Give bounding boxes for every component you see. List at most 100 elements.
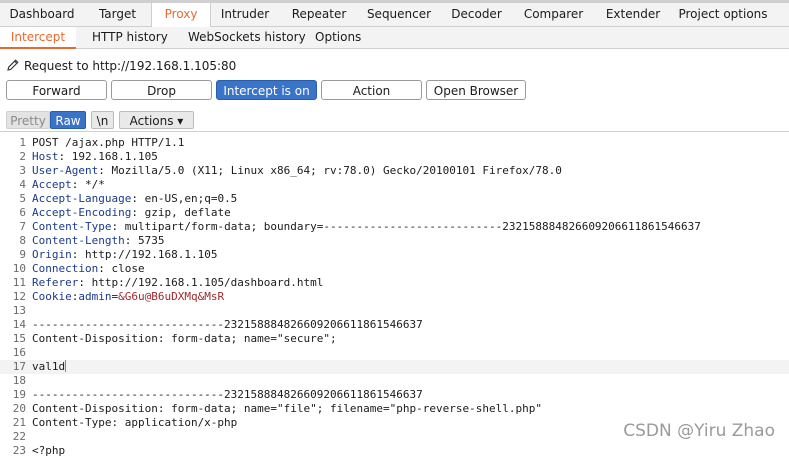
request-line: 12 Cookie:admin=&G6u@B6uDXMq&MsR (0, 290, 789, 304)
header-name: Content-Type (32, 220, 112, 233)
line-number: 13 (12, 304, 26, 317)
request-line: 3 User-Agent: Mozilla/5.0 (X11; Linux x86… (0, 164, 789, 178)
watermark: CSDN @Yiru Zhao (623, 421, 775, 441)
header-value: 192.168.1.105 (71, 150, 158, 163)
header-value: Mozilla/5.0 (X11; Linux x86_64; rv:78.0)… (111, 164, 562, 177)
line-number: 3 (19, 164, 26, 177)
header-name: User-Agent (32, 164, 99, 177)
text-caret (65, 360, 67, 372)
show-newlines-button[interactable]: \n (91, 111, 114, 129)
line-number: 22 (12, 430, 26, 443)
line-number: 16 (12, 346, 26, 359)
request-line: 11 Referer: http://192.168.1.105/dashboar… (0, 276, 789, 290)
header-name: Host (32, 150, 59, 163)
body-line: val1d (32, 360, 66, 373)
line-number: 21 (12, 416, 26, 429)
line-number: 20 (12, 402, 26, 415)
line-number: 8 (19, 234, 26, 247)
pencil-icon[interactable] (6, 58, 20, 72)
request-line: 23 <?php (0, 444, 789, 458)
line-number: 7 (19, 220, 26, 233)
header-name: Referer (32, 276, 79, 289)
tab-options[interactable]: Options (315, 27, 361, 48)
request-line: 10 Connection: close (0, 262, 789, 276)
raw-view-button[interactable]: Raw (50, 111, 86, 129)
tab-decoder[interactable]: Decoder (440, 3, 513, 26)
header-value: http://192.168.1.105 (85, 248, 218, 261)
header-name: Connection (32, 262, 99, 275)
request-line: 5 Accept-Language: en-US,en;q=0.5 (0, 192, 789, 206)
pretty-view-button[interactable]: Pretty (6, 111, 50, 129)
tab-sequencer[interactable]: Sequencer (358, 3, 440, 26)
tab-http-history[interactable]: HTTP history (92, 27, 168, 48)
tab-project-options[interactable]: Project options (672, 3, 774, 26)
raw-request-editor[interactable]: 1 POST /ajax.php HTTP/1.1 2 Host: 192.168.… (0, 135, 789, 457)
action-button[interactable]: Action (321, 80, 422, 100)
tab-dashboard[interactable]: Dashboard (0, 3, 84, 26)
line-number: 15 (12, 332, 26, 345)
request-line: 13 (0, 304, 789, 318)
line-number: 12 (12, 290, 26, 303)
body-line: <?php (32, 444, 66, 457)
header-value: multipart/form-data; boundary=----------… (124, 220, 701, 233)
line-number: 4 (19, 178, 26, 191)
request-line: 18 (0, 374, 789, 388)
header-value: en-US,en;q=0.5 (144, 192, 238, 205)
request-line-current: 17 val1d (0, 360, 789, 374)
line-number: 10 (12, 262, 26, 275)
tab-repeater[interactable]: Repeater (280, 3, 358, 26)
open-browser-button[interactable]: Open Browser (426, 80, 526, 100)
line-number: 18 (12, 374, 26, 387)
request-line: 7 Content-Type: multipart/form-data; boun… (0, 220, 789, 234)
tab-intercept[interactable]: Intercept (0, 27, 76, 49)
line-number: 2 (19, 150, 26, 163)
line-number: 9 (19, 248, 26, 261)
tab-intruder[interactable]: Intruder (210, 3, 280, 26)
tab-extender[interactable]: Extender (594, 3, 672, 26)
request-line: 1 POST /ajax.php HTTP/1.1 (0, 136, 789, 150)
line-number: 19 (12, 388, 26, 401)
request-line: 8 Content-Length: 5735 (0, 234, 789, 248)
tab-proxy[interactable]: Proxy (151, 3, 211, 27)
toolbar-divider (0, 131, 789, 132)
tab-websockets-history[interactable]: WebSockets history (188, 27, 306, 48)
line-number: 1 (19, 136, 26, 149)
header-name: Accept (32, 178, 72, 191)
body-line: Content-Type: application/x-php (32, 416, 238, 429)
body-line: -----------------------------23215888482… (32, 318, 423, 331)
cookie-key: admin (78, 290, 112, 303)
header-value: */* (85, 178, 105, 191)
line-number: 6 (19, 206, 26, 219)
request-line: 2 Host: 192.168.1.105 (0, 150, 789, 164)
header-name: Content-Length (32, 234, 125, 247)
request-line: 15 Content-Disposition: form-data; name="… (0, 332, 789, 346)
header-name: Origin (32, 248, 72, 261)
header-value: http://192.168.1.105/dashboard.html (91, 276, 324, 289)
main-tab-bar: Dashboard Target Proxy Intruder Repeater… (0, 3, 789, 27)
tab-target[interactable]: Target (84, 3, 151, 26)
request-line: 9 Origin: http://192.168.1.105 (0, 248, 789, 262)
line-number: 17 (12, 360, 26, 373)
request-line: 14 -----------------------------232158884… (0, 318, 789, 332)
tab-comparer[interactable]: Comparer (513, 3, 594, 26)
request-line: 19 -----------------------------232158884… (0, 388, 789, 402)
intercept-toggle-button[interactable]: Intercept is on (216, 80, 317, 100)
body-line: -----------------------------23215888482… (32, 388, 423, 401)
cookie-header-name: Cookie (32, 290, 72, 303)
header-value: close (111, 262, 145, 275)
line-number: 11 (12, 276, 26, 289)
proxy-sub-tab-bar: Intercept HTTP history WebSockets histor… (0, 27, 789, 49)
request-target-text: Request to http://192.168.1.105:80 (24, 59, 237, 73)
forward-button[interactable]: Forward (6, 80, 107, 100)
request-line: 4 Accept: */* (0, 178, 789, 192)
header-name: Accept-Encoding (32, 206, 132, 219)
line-number: 23 (12, 444, 26, 457)
request-start-line: POST /ajax.php HTTP/1.1 (32, 136, 185, 149)
request-line: 20 Content-Disposition: form-data; name="… (0, 402, 789, 416)
header-value: gzip, deflate (144, 206, 231, 219)
body-line: Content-Disposition: form-data; name="fi… (32, 402, 542, 415)
drop-button[interactable]: Drop (111, 80, 212, 100)
actions-dropdown[interactable]: Actions ▾ (119, 111, 194, 129)
request-line: 6 Accept-Encoding: gzip, deflate (0, 206, 789, 220)
request-line: 16 (0, 346, 789, 360)
